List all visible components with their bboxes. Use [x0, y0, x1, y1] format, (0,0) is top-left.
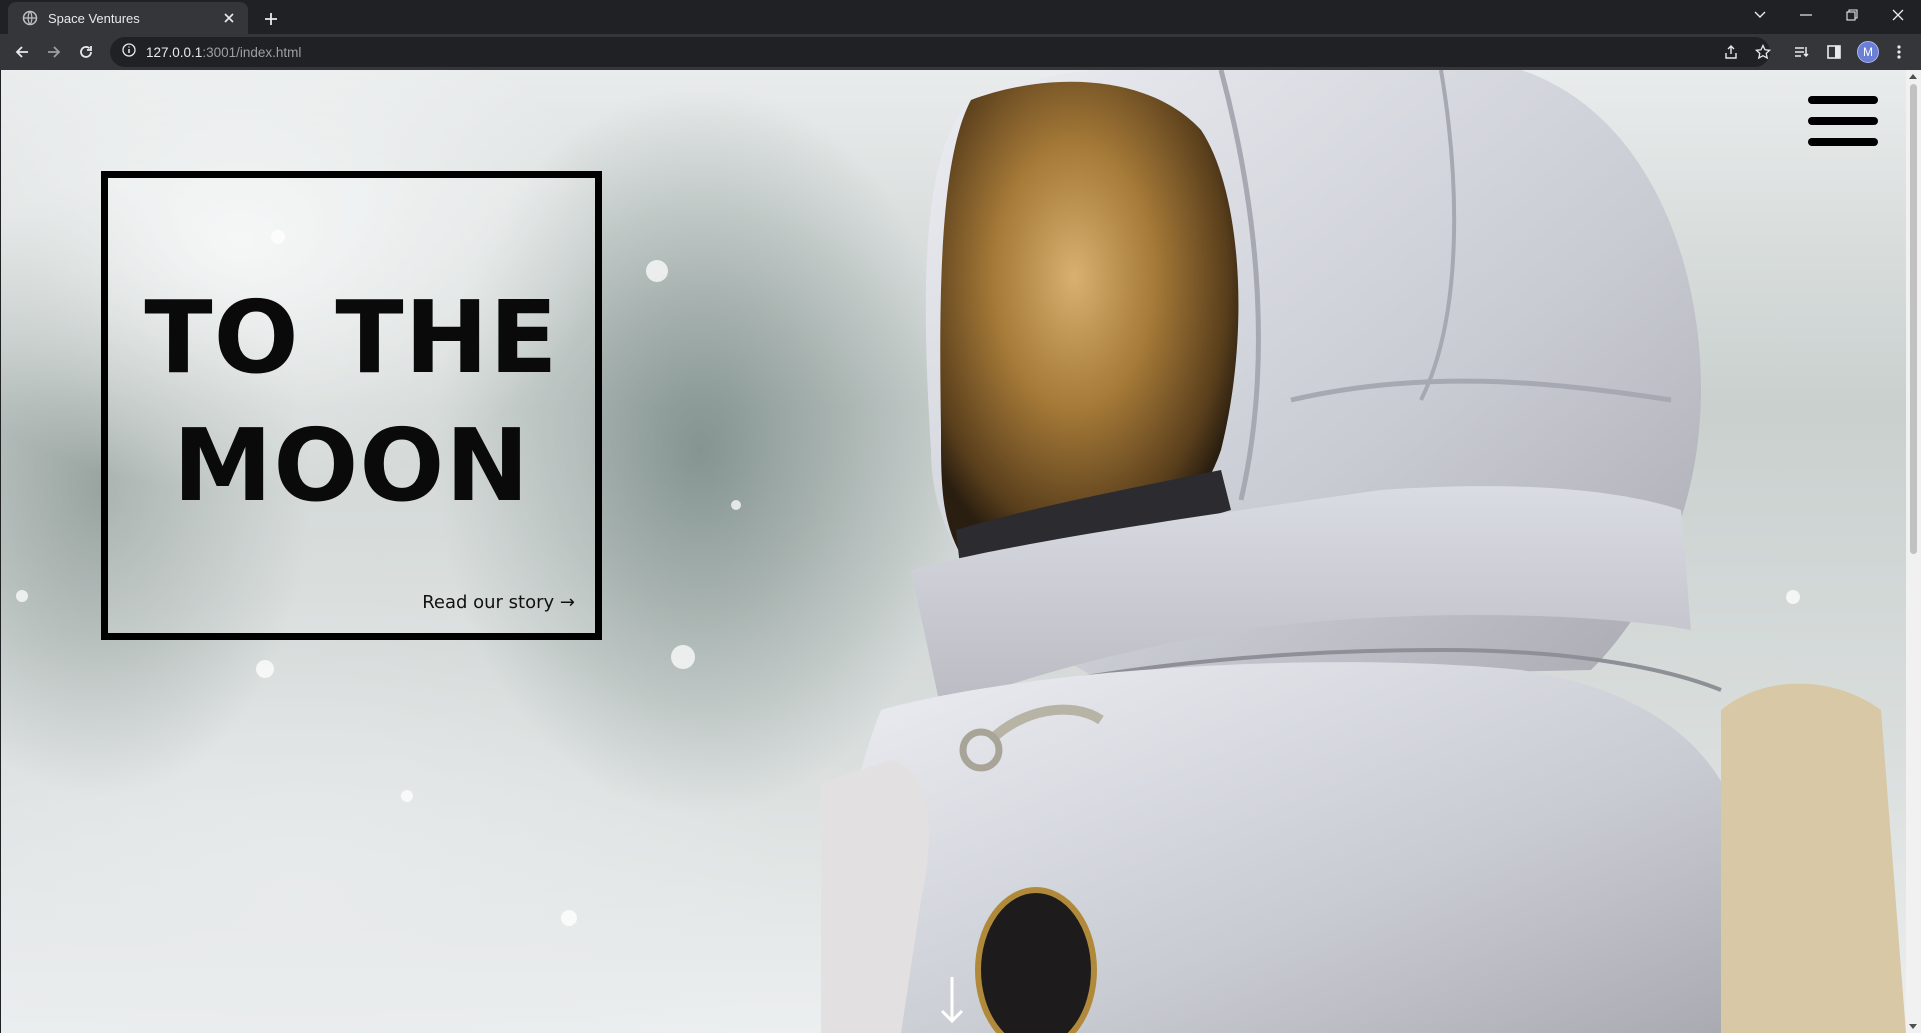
- url-path: :3001/index.html: [202, 44, 302, 60]
- snowflake: [16, 590, 28, 602]
- hero-title-line1: TO THE: [144, 279, 559, 396]
- scroll-down-arrow-icon[interactable]: [1909, 1024, 1917, 1029]
- snowflake: [646, 260, 668, 282]
- scrollbar-thumb[interactable]: [1910, 84, 1917, 554]
- scroll-down-button[interactable]: [939, 975, 965, 1025]
- globe-icon: [22, 10, 38, 26]
- snowflake: [671, 645, 695, 669]
- close-tab-icon[interactable]: [220, 9, 238, 27]
- share-icon[interactable]: [1718, 39, 1744, 65]
- close-window-icon[interactable]: [1875, 0, 1921, 30]
- hero-title: TO THE MOON: [108, 274, 595, 530]
- snowflake: [731, 500, 741, 510]
- snowflake: [256, 660, 274, 678]
- back-arrow-icon[interactable]: [7, 37, 37, 67]
- reading-list-icon[interactable]: [1788, 39, 1814, 65]
- profile-avatar[interactable]: M: [1857, 41, 1879, 63]
- address-bar[interactable]: 127.0.0.1:3001/index.html: [110, 37, 1770, 67]
- hero-title-line2: MOON: [172, 407, 531, 524]
- snowflake: [561, 910, 577, 926]
- restore-icon[interactable]: [1829, 0, 1875, 30]
- hamburger-icon: [1808, 96, 1878, 104]
- snowflake: [401, 790, 413, 802]
- browser-tab[interactable]: Space Ventures: [8, 2, 248, 34]
- browser-toolbar: 127.0.0.1:3001/index.html M: [0, 34, 1921, 70]
- hero-section: TO THE MOON Read our story →: [1, 70, 1906, 1033]
- url-host: 127.0.0.1: [146, 44, 203, 60]
- reload-icon[interactable]: [71, 37, 101, 67]
- side-panel-icon[interactable]: [1821, 39, 1847, 65]
- minimize-icon[interactable]: [1783, 0, 1829, 30]
- hero-card: TO THE MOON Read our story →: [101, 171, 602, 640]
- page-scrollbar[interactable]: [1906, 70, 1921, 1033]
- menu-button[interactable]: [1808, 96, 1878, 146]
- arrow-down-icon: [940, 977, 964, 1024]
- url-text: 127.0.0.1:3001/index.html: [146, 45, 301, 60]
- new-tab-button[interactable]: [258, 6, 284, 32]
- bookmark-star-icon[interactable]: [1750, 39, 1776, 65]
- read-our-story-link[interactable]: Read our story →: [422, 592, 575, 613]
- info-icon[interactable]: [122, 42, 136, 62]
- tab-search-icon[interactable]: [1737, 0, 1783, 30]
- tab-title: Space Ventures: [48, 10, 140, 26]
- more-menu-icon[interactable]: [1886, 39, 1912, 65]
- hamburger-icon-bar: [1808, 138, 1878, 146]
- astronaut-image: [821, 70, 1906, 1033]
- scroll-up-arrow-icon[interactable]: [1909, 74, 1917, 79]
- hamburger-icon-bar: [1808, 117, 1878, 125]
- browser-tab-strip: Space Ventures: [0, 0, 1921, 34]
- forward-arrow-icon[interactable]: [39, 37, 69, 67]
